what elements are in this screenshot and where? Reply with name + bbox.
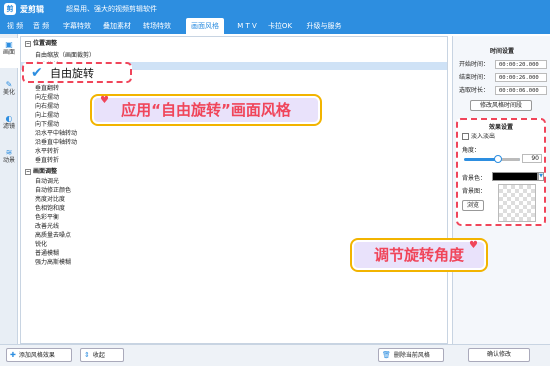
tree-item[interactable]: 向上摆动 <box>35 112 59 120</box>
title-bar: 剪 爱剪辑 超易用、强大的视频剪辑软件 <box>0 0 550 18</box>
dynamic-scene-icon: ≋ <box>5 148 13 157</box>
browse-button[interactable]: 浏览 <box>462 200 484 211</box>
add-icon: ✚ <box>10 351 16 359</box>
tree-item[interactable]: 锐化 <box>35 241 47 249</box>
sidebar-tab-dynamic-scene[interactable]: ≋ 动景 <box>0 146 18 176</box>
tree-item[interactable]: 色相饱和度 <box>35 205 65 213</box>
end-time-row: 结束时间： 00:00:26.000 <box>459 73 547 82</box>
tree-group-picture-adjust[interactable]: − 画面调整 <box>25 168 57 176</box>
main-menu-bar: 视 频 音 频 字幕特效 叠加素材 转场特效 画面风格 M T V 卡拉OK 升… <box>0 18 550 34</box>
menu-transitions[interactable]: 转场特效 <box>140 18 174 34</box>
tree-item[interactable]: 自由缩放（画面裁剪） <box>35 52 95 60</box>
tree-item[interactable]: 改善光线 <box>35 223 59 231</box>
menu-subtitle-effects[interactable]: 字幕特效 <box>60 18 94 34</box>
tree-item[interactable]: 水平转折 <box>35 148 59 156</box>
filter-icon: ◐ <box>5 114 13 123</box>
collapse-button[interactable]: ⇕ 收起 <box>80 348 124 362</box>
menu-karaoke[interactable]: 卡拉OK <box>264 18 296 34</box>
callout-apply-style: ♥ 应用“自由旋转”画面风格 <box>92 95 320 124</box>
add-style-label: 添加风格效果 <box>18 352 55 359</box>
menu-overlay-assets[interactable]: 叠加素材 <box>100 18 134 34</box>
chevron-down-icon[interactable]: ▼ <box>538 172 544 181</box>
confirm-modify-button[interactable]: 确认修改 <box>468 348 530 362</box>
tree-item[interactable]: 强力高斯模糊 <box>35 259 71 267</box>
tree-item[interactable]: 沿垂直中轴转动 <box>35 139 77 147</box>
heart-icon: ♥ <box>469 240 478 251</box>
sidebar-tab-label: 画面 <box>2 49 15 56</box>
tree-item[interactable]: 垂直转折 <box>35 157 59 165</box>
tree-item[interactable]: 向右摆动 <box>35 103 59 111</box>
menu-picture-style[interactable]: 画面风格 <box>186 18 224 34</box>
checkmark-icon: ✔ <box>31 65 43 81</box>
angle-slider-thumb[interactable] <box>493 155 502 163</box>
duration-row: 选取时长： 00:00:06.000 <box>459 86 547 95</box>
modify-style-time-button[interactable]: 修改风格时间段 <box>470 100 532 111</box>
effect-settings-title: 效果设置 <box>488 124 513 131</box>
fade-checkbox[interactable]: 淡入淡出 <box>462 132 495 141</box>
tree-item[interactable]: 沿水平中轴转动 <box>35 130 77 138</box>
time-settings-title: 时间设置 <box>489 48 514 55</box>
tree-item[interactable]: 自动调光 <box>35 178 59 186</box>
tree-item[interactable]: 色彩平衡 <box>35 214 59 222</box>
collapse-icon[interactable]: − <box>25 40 31 47</box>
start-time-label: 开始时间： <box>459 61 490 68</box>
callout-text: 应用“自由旋转”画面风格 <box>121 101 291 119</box>
tree-item[interactable]: 高质量去噪点 <box>35 232 71 240</box>
end-time-label: 结束时间： <box>459 74 490 81</box>
bg-image-label: 背景图： <box>462 188 487 195</box>
add-style-button[interactable]: ✚ 添加风格效果 <box>6 348 72 362</box>
tree-item[interactable]: 普通模糊 <box>35 250 59 258</box>
start-time-row: 开始时间： 00:00:20.000 <box>459 60 547 69</box>
app-slogan: 超易用、强大的视频剪辑软件 <box>66 5 157 13</box>
duration-field[interactable]: 00:00:06.000 <box>495 86 547 95</box>
end-time-field[interactable]: 00:00:26.000 <box>495 73 547 82</box>
beautify-icon: ✎ <box>5 80 13 89</box>
tree-group-label: 画面调整 <box>33 168 58 175</box>
callout-adjust-angle: ♥ 调节旋转角度 <box>352 240 486 270</box>
sidebar-tab-label: 动景 <box>2 157 15 164</box>
collapse-arrows-icon: ⇕ <box>84 351 90 359</box>
tree-group-label: 位置调整 <box>33 40 58 47</box>
bg-color-label: 背景色： <box>462 175 487 182</box>
trash-icon: 🗑 <box>382 351 391 359</box>
duration-label: 选取时长： <box>459 87 490 94</box>
angle-label: 角度： <box>462 147 481 154</box>
checkbox-icon <box>462 133 469 140</box>
tree-item[interactable]: 垂直翻转 <box>35 85 59 93</box>
fade-label: 淡入淡出 <box>471 133 496 140</box>
collapse-label: 收起 <box>92 352 105 359</box>
picture-icon: ▣ <box>5 40 13 49</box>
app-logo-icon: 剪 <box>4 3 16 15</box>
app-name: 爱剪辑 <box>20 5 44 14</box>
menu-upgrade-service[interactable]: 升级与服务 <box>302 18 346 34</box>
sidebar-tab-filter[interactable]: ◐ 滤镜 <box>0 112 18 142</box>
collapse-icon[interactable]: − <box>25 168 31 175</box>
category-sidebar: ▣ 画面 ✎ 美化 ◐ 滤镜 ≋ 动景 <box>0 34 18 344</box>
menu-audio[interactable]: 音 频 <box>30 18 52 34</box>
menu-video[interactable]: 视 频 <box>4 18 26 34</box>
sidebar-tab-beautify[interactable]: ✎ 美化 <box>0 78 18 108</box>
tree-item[interactable]: 亮度对比度 <box>35 196 65 204</box>
menu-mtv[interactable]: M T V <box>234 18 260 34</box>
callout-text: 调节旋转角度 <box>373 246 464 264</box>
angle-input[interactable]: 90 <box>522 154 542 163</box>
sidebar-tab-label: 美化 <box>2 89 15 96</box>
sidebar-tab-picture[interactable]: ▣ 画面 <box>0 38 18 68</box>
start-time-field[interactable]: 00:00:20.000 <box>495 60 547 69</box>
bg-color-swatch[interactable] <box>492 172 538 181</box>
tree-group-position[interactable]: − 位置调整 <box>25 40 57 48</box>
tree-item[interactable]: 自动修正颜色 <box>35 187 71 195</box>
effect-settings-box: 效果设置 淡入淡出 角度： 90 背景色： ▼ 背景图： 浏览 <box>456 118 546 226</box>
bg-image-preview <box>498 184 536 222</box>
bottom-toolbar: ✚ 添加风格效果 ⇕ 收起 🗑 删除当前风格 确认修改 <box>0 344 550 366</box>
selected-style-highlight[interactable]: ✔ 自由旋转 <box>22 62 132 83</box>
heart-icon: ♥ <box>100 95 109 106</box>
delete-style-label: 删除当前风格 <box>393 352 430 359</box>
delete-style-button[interactable]: 🗑 删除当前风格 <box>378 348 444 362</box>
tree-item[interactable]: 向左摆动 <box>35 94 59 102</box>
sidebar-tab-label: 滤镜 <box>2 123 15 130</box>
selected-style-label: 自由旋转 <box>50 67 94 80</box>
tree-item[interactable]: 向下摆动 <box>35 121 59 129</box>
